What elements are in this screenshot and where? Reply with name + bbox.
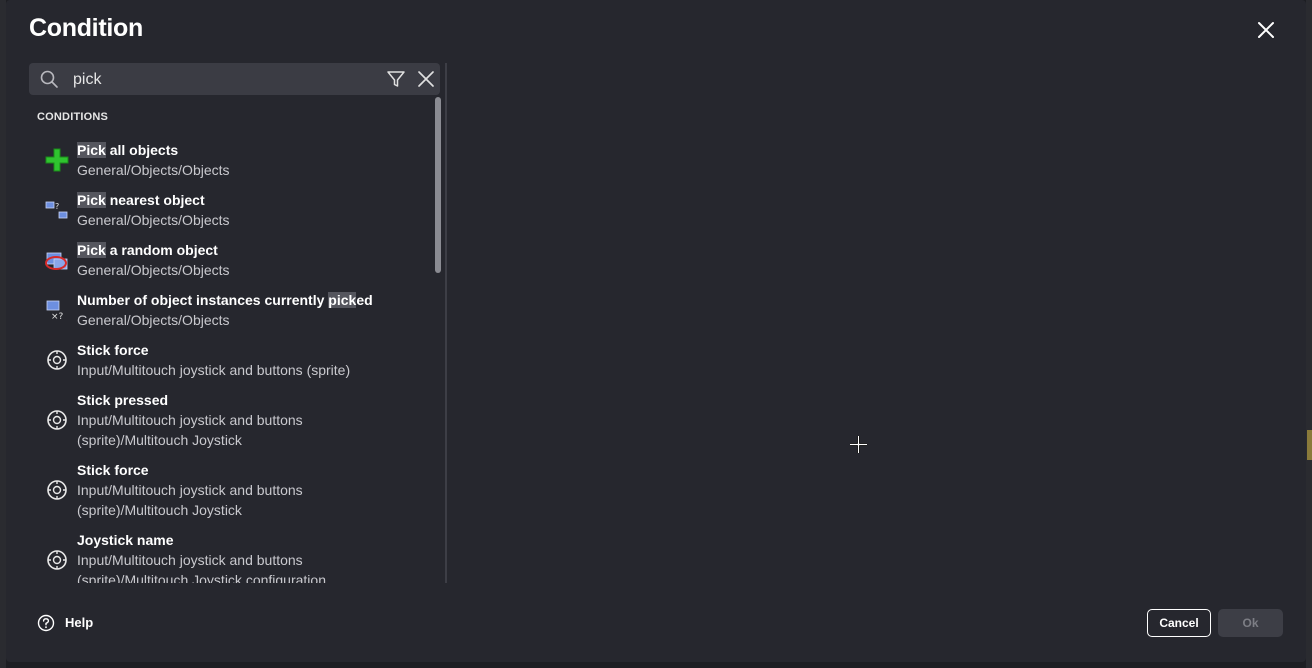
- list-item[interactable]: ×? Number of object instances currently …: [29, 290, 429, 330]
- item-path: Input/Multitouch joystick and buttons (s…: [77, 362, 351, 378]
- filter-icon[interactable]: [386, 69, 406, 89]
- list-item[interactable]: Stick force Input/Multitouch joystick an…: [29, 340, 429, 380]
- item-name: Stick force: [77, 342, 149, 358]
- list-item[interactable]: Pick a random object General/Objects/Obj…: [29, 240, 429, 280]
- item-path: Input/Multitouch joystick and buttons (s…: [77, 552, 326, 583]
- list-item[interactable]: ? Pick nearest object General/Objects/Ob…: [29, 190, 429, 230]
- svg-text:×?: ×?: [51, 312, 64, 322]
- clear-search-icon[interactable]: [416, 69, 436, 89]
- item-path: Input/Multitouch joystick and buttons (s…: [77, 482, 303, 518]
- help-label: Help: [65, 615, 94, 630]
- list-scrollbar[interactable]: [435, 97, 441, 273]
- background-accent: [1307, 430, 1312, 460]
- ok-button[interactable]: Ok: [1218, 609, 1283, 637]
- nearest-object-icon: ?: [45, 201, 68, 219]
- panel-divider[interactable]: [445, 63, 447, 583]
- item-name: Stick pressed: [77, 392, 169, 408]
- background-right-panel: [1306, 0, 1312, 668]
- list-item[interactable]: Stick pressed Input/Multitouch joystick …: [29, 390, 429, 450]
- item-path: General/Objects/Objects: [77, 262, 230, 278]
- item-path: General/Objects/Objects: [77, 312, 230, 328]
- close-icon[interactable]: [1254, 18, 1278, 42]
- joystick-icon: [47, 410, 67, 430]
- joystick-icon: [47, 550, 67, 570]
- search-icon: [40, 70, 58, 88]
- search-bar: [29, 63, 440, 95]
- item-path: General/Objects/Objects: [77, 162, 230, 178]
- crosshair-cursor-icon: [850, 436, 867, 453]
- item-name: Pick all objects: [77, 142, 179, 158]
- svg-text:?: ?: [55, 202, 59, 211]
- item-path: Input/Multitouch joystick and buttons (s…: [77, 412, 303, 448]
- condition-list: CONDITIONS Pick all objects General/Obje…: [29, 96, 433, 583]
- item-name: Stick force: [77, 462, 149, 478]
- item-name: Number of object instances currently pic…: [77, 292, 373, 308]
- help-icon: [37, 614, 55, 632]
- list-item[interactable]: Pick all objects General/Objects/Objects: [29, 140, 429, 180]
- green-plus-icon: [45, 148, 69, 172]
- item-name: Pick a random object: [77, 242, 218, 258]
- dialog-title: Condition: [29, 14, 143, 42]
- joystick-icon: [47, 350, 67, 370]
- object-count-icon: ×?: [46, 300, 64, 322]
- list-item[interactable]: Joystick name Input/Multitouch joystick …: [29, 530, 429, 583]
- list-item[interactable]: Stick force Input/Multitouch joystick an…: [29, 460, 429, 520]
- item-path: General/Objects/Objects: [77, 212, 230, 228]
- section-label: CONDITIONS: [37, 111, 109, 123]
- item-name: Pick nearest object: [77, 192, 205, 208]
- item-name: Joystick name: [77, 532, 174, 548]
- cancel-button[interactable]: Cancel: [1147, 609, 1211, 637]
- search-input[interactable]: [71, 67, 375, 93]
- joystick-icon: [47, 480, 67, 500]
- condition-dialog: Condition CONDITIONS Pick all objects Ge…: [6, 0, 1306, 662]
- random-object-icon: [45, 252, 68, 270]
